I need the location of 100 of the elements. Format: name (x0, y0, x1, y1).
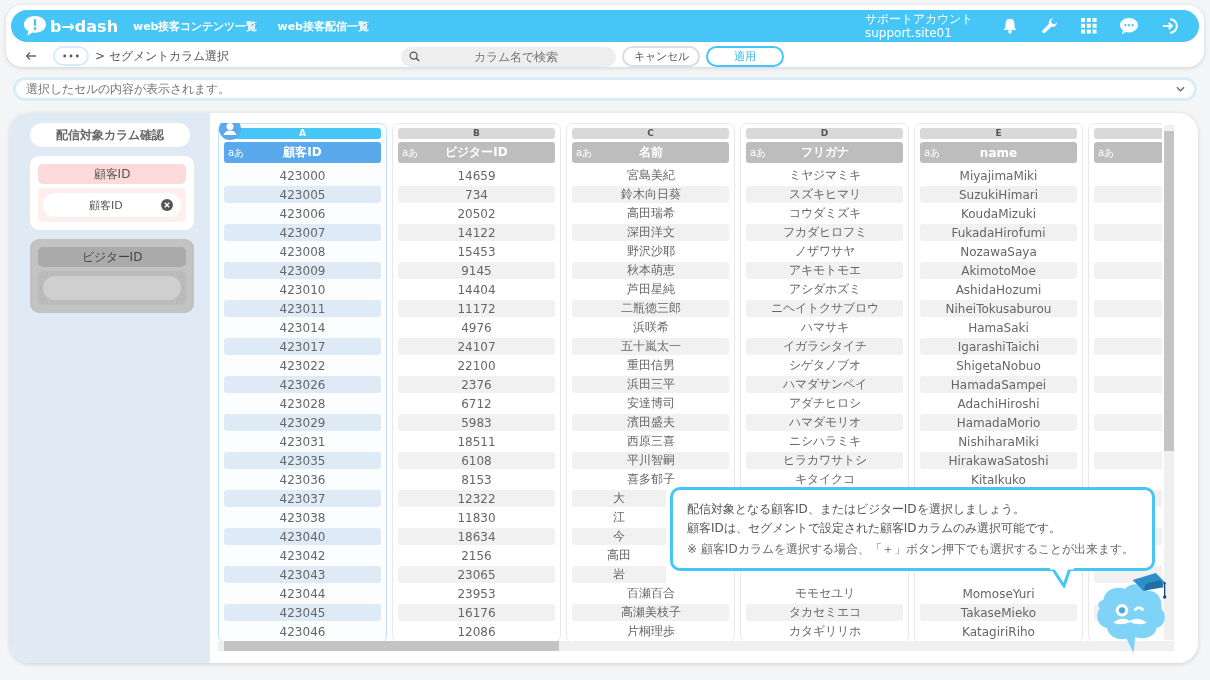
table-cell-text: 14659 (456, 167, 497, 184)
table-cell: FukadaHirofumi (920, 224, 1077, 241)
table-cell-text: カタギリリホ (787, 623, 862, 640)
table-cell: 423005 (224, 186, 381, 203)
group-label: 顧客ID (38, 164, 186, 184)
table-cell: 濱田盛夫 (572, 414, 729, 431)
table-cell: 18634 (398, 528, 555, 545)
search-field[interactable]: カラム名で検索 (401, 47, 616, 67)
table-cell-text: 高田瑞希 (625, 205, 676, 222)
column-header[interactable]: aあ 顧客ID (224, 142, 381, 163)
column-group-card[interactable]: ビジターID (30, 239, 194, 313)
table-cell: 423035 (224, 452, 381, 469)
table-cell-text: 江 (612, 509, 626, 526)
column-letter: E (920, 128, 1077, 139)
table-cell: 浜田三平 (572, 376, 729, 393)
table-cell-text: 百瀬百合 (625, 585, 676, 602)
table-cell: AkimotoMoe (920, 262, 1077, 279)
table-cell-text: 423044 (278, 585, 327, 602)
table-cell-text: 高田 (606, 547, 632, 564)
nav-link[interactable]: web接客コンテンツ一覧 (133, 18, 258, 34)
table-cell: イガラシタイチ (746, 338, 903, 355)
table-cell-text: アシダホズミ (787, 281, 862, 298)
table-cell-text: 安達博司 (625, 395, 676, 412)
table-cell-text: 423008 (278, 243, 327, 260)
column-header[interactable]: aあ ビジターID (398, 142, 555, 163)
table-cell-text: 11830 (456, 509, 497, 526)
table-cell-text: キタイクコ (793, 471, 856, 488)
table-cell: 423011 (224, 300, 381, 317)
account-label: サポートアカウント (865, 12, 973, 26)
apply-button[interactable]: 適用 (706, 45, 784, 67)
cancel-button[interactable]: キャンセル (622, 45, 700, 67)
group-label: ビジターID (38, 247, 186, 267)
type-label: aあ (750, 145, 767, 160)
table-cell-text: 野沢沙耶 (625, 243, 676, 260)
column-header[interactable]: aあ name (920, 142, 1077, 163)
table-cell: TakaseMieko (920, 604, 1077, 621)
table-cell: 734 (398, 186, 555, 203)
table-cell: ヒラカワサトシ (746, 452, 903, 469)
table-cell-text: シゲタノブオ (787, 357, 862, 374)
table-cell-text: 23953 (456, 585, 497, 602)
table-cell-text: 423028 (278, 395, 327, 412)
table-cell: 24107 (398, 338, 555, 355)
table-column[interactable]: A aあ 顧客ID 423000 423005 423006 423007 423008 423009 423010 423011 423014 423017 423022 423026 423028 423029 423031 423035 423036 423037 423038 423040 423042 423043 423044 423045 423046 (218, 123, 387, 643)
type-label: aあ (1098, 145, 1115, 160)
table-cell-text: 芦田星純 (625, 281, 676, 298)
table-cell-text: 423042 (278, 547, 327, 564)
table-cell: ニヘイトクサブロウ (746, 300, 903, 317)
column-header[interactable]: aあ 名前 (572, 142, 729, 163)
table-cell: 深田洋文 (572, 224, 729, 241)
table-cell-text: 12086 (456, 623, 497, 640)
table-cell-text: 18511 (456, 433, 497, 450)
table-cell: 平川智嗣 (572, 452, 729, 469)
table-cell-text: コウダミズキ (787, 205, 862, 222)
table-cell: 秋本萌恵 (572, 262, 729, 279)
table-cell: ハマダサンペイ (746, 376, 903, 393)
table-cell-text: NozawaSaya (959, 243, 1038, 260)
table-cell: 423045 (224, 604, 381, 621)
table-cell-text: KitaIkuko (970, 471, 1027, 488)
table-cell: 423026 (224, 376, 381, 393)
table-cell: スズキヒマリ (746, 186, 903, 203)
table-cell: 12322 (398, 490, 555, 507)
cell-content-field[interactable]: 選択したセルの内容が表示されます。 (13, 77, 1197, 101)
column-letter: C (572, 128, 729, 139)
table-cell-text: MiyajimaMiki (958, 167, 1039, 184)
table-cell-text: ノザワサヤ (793, 243, 856, 260)
table-cell-text: KatagiriRiho (961, 623, 1036, 640)
table-cell: 9145 (398, 262, 555, 279)
table-cell: 423017 (224, 338, 381, 355)
table-cell-text: 8153 (460, 471, 493, 488)
column-group-card[interactable]: 顧客ID 顧客ID (30, 156, 194, 230)
table-cell: 五十嵐太一 (572, 338, 729, 355)
column-header[interactable]: aあ (1094, 142, 1162, 163)
nav-link[interactable]: web接客配信一覧 (277, 18, 369, 34)
table-cell: タカセミエコ (746, 604, 903, 621)
table-cell-text: 423038 (278, 509, 327, 526)
column-letter: D (746, 128, 903, 139)
table-cell: 423029 (224, 414, 381, 431)
table-cell: 423043 (224, 566, 381, 583)
table-cell: 423037 (224, 490, 381, 507)
table-cell-text: 22100 (456, 357, 497, 374)
table-cell: 423007 (224, 224, 381, 241)
table-cell-text: AdachiHiroshi (956, 395, 1041, 412)
type-label: aあ (576, 145, 593, 160)
logo-text[interactable]: b→dash (50, 16, 119, 36)
table-cell-text: アダチヒロシ (787, 395, 862, 412)
account-id: support.site01 (865, 26, 953, 40)
table-cell-text: モモセユリ (793, 585, 856, 602)
table-cell-text: ニシハラミキ (787, 433, 862, 450)
table-cell-text: 423000 (278, 167, 327, 184)
table-cell: 鈴木向日葵 (572, 186, 729, 203)
column-header[interactable]: aあ フリガナ (746, 142, 903, 163)
table-cell: 11172 (398, 300, 555, 317)
table-cell-text: ミヤジマミキ (787, 167, 862, 184)
table-cell-text: 片桐理歩 (625, 623, 676, 640)
table-cell: 5983 (398, 414, 555, 431)
table-cell-text: 2156 (460, 547, 493, 564)
table-cell-text: ShigetaNobuo (955, 357, 1042, 374)
table-cell-text: 西原三喜 (625, 433, 676, 450)
table-cell-text: AshidaHozumi (954, 281, 1043, 298)
table-cell: NiheiTokusaburou (920, 300, 1077, 317)
